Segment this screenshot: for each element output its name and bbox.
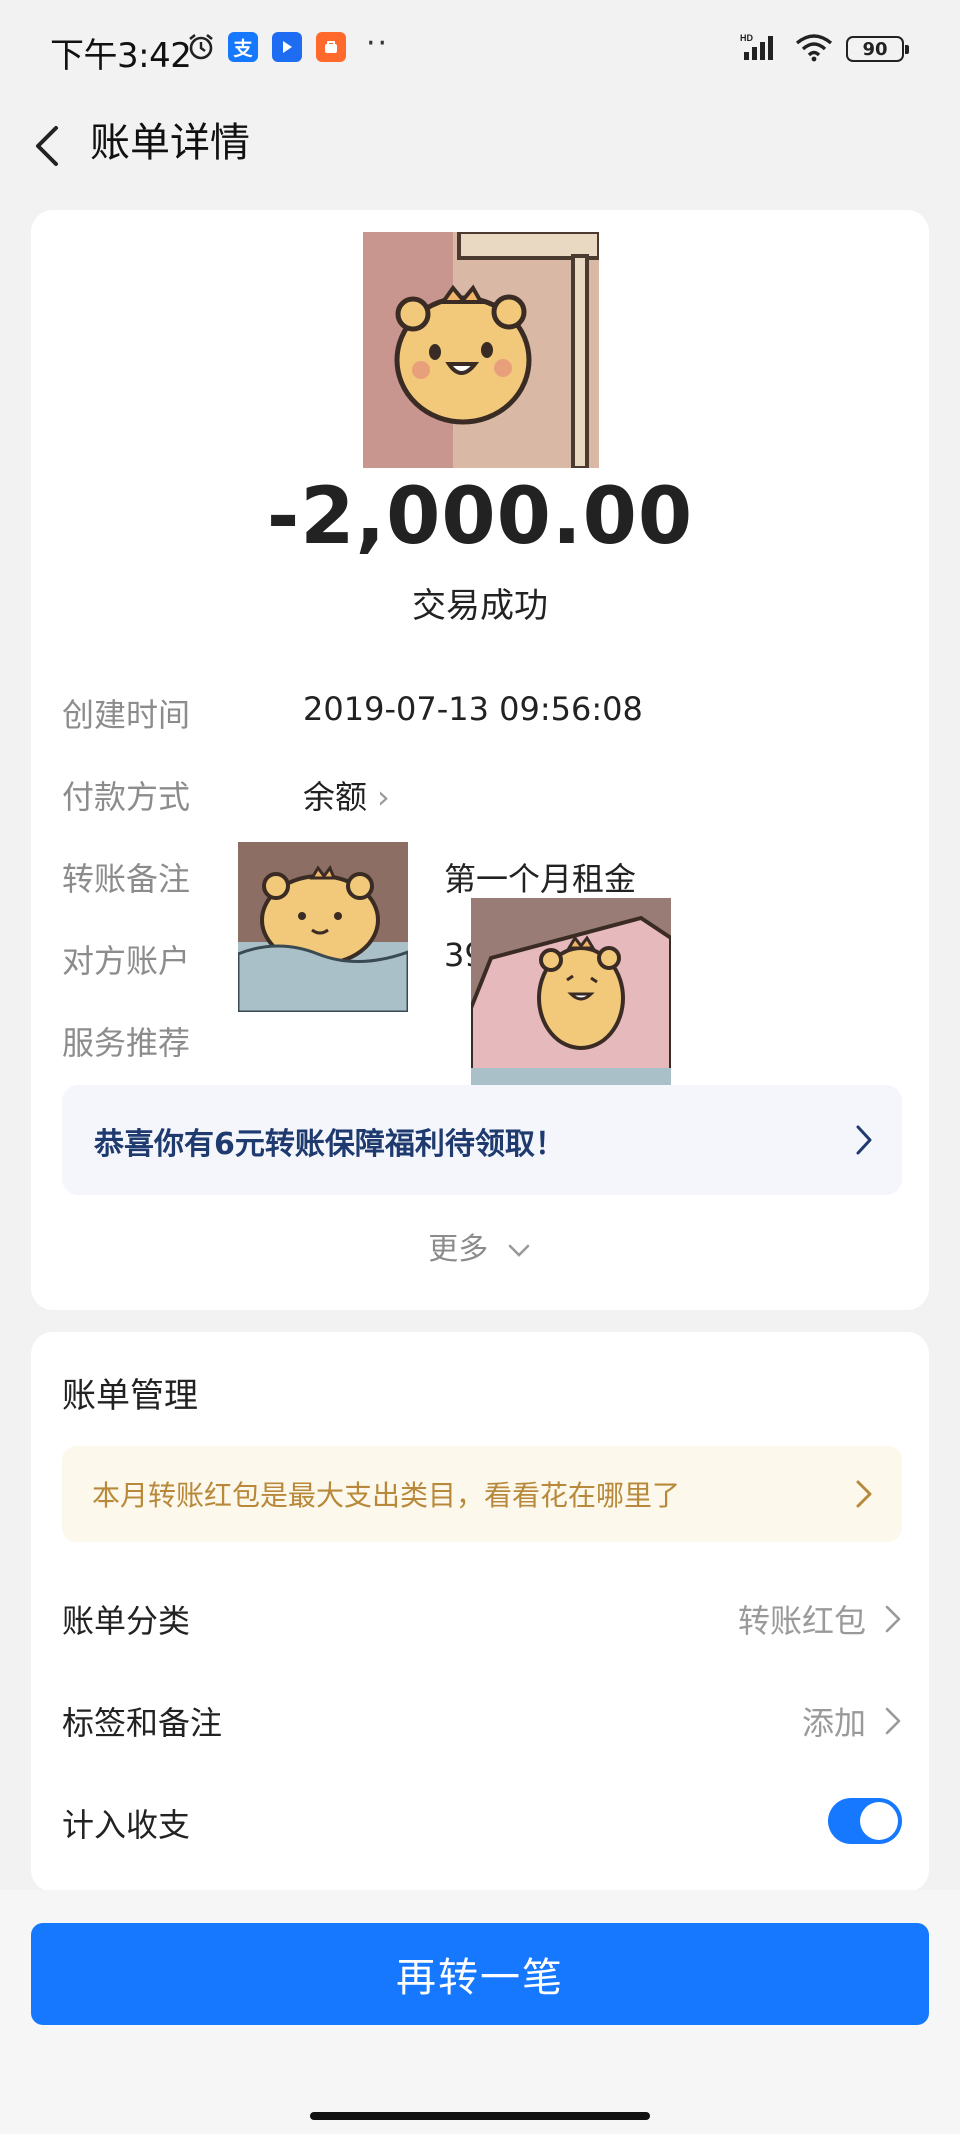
wifi-icon [795,34,833,62]
bear-sticker-icon [363,232,599,468]
detail-row-created-time: 创建时间 2019-07-13 09:56:08 [62,682,902,742]
chevron-right-icon [885,1707,901,1735]
nav-bar: 账单详情 [0,100,960,210]
back-arrow-icon[interactable] [28,116,68,176]
status-time: 下午3:42 [50,36,192,76]
bear-sticker-overlay [238,842,408,1012]
detail-label: 创建时间 [62,696,191,734]
signal-icon: HD [740,33,773,60]
bill-management-card: 账单管理 本月转账红包是最大支出类目，看看花在哪里了 账单分类 转账红包 标签和… [31,1332,929,1892]
chevron-right-icon [856,1125,872,1155]
tags-notes-row[interactable]: 标签和备注 添加 [62,1686,902,1756]
bear-sticker-overlay [471,898,671,1098]
chevron-right-icon: › [377,778,390,816]
detail-label: 转账备注 [62,860,191,898]
transfer-again-button[interactable]: 再转一笔 [31,1923,929,2025]
section-title: 账单管理 [62,1376,198,1416]
payment-method-value[interactable]: 余额 › [303,772,390,818]
status-bar: 下午3:42 支 ·· HD 90 [0,0,960,100]
detail-row-transfer-note: 转账备注 第一个月租金 [62,846,902,906]
detail-label: 服务推荐 [62,1024,191,1062]
chevron-right-icon [885,1605,901,1633]
promo-text: 恭喜你有6元转账保障福利待领取！ [94,1127,565,1162]
detail-row-payment-method[interactable]: 付款方式 余额 › [62,764,902,824]
bear-sticker-icon [238,842,408,1012]
detail-label: 对方账户 [62,942,191,980]
chevron-down-icon [508,1244,530,1257]
spending-insight-tip[interactable]: 本月转账红包是最大支出类目，看看花在哪里了 [62,1446,902,1542]
page-title: 账单详情 [90,120,250,166]
detail-value: 2019-07-13 09:56:08 [303,690,643,728]
more-notifications-icon: ·· [366,26,390,61]
include-in-budget-row: 计入收支 [62,1788,902,1858]
detail-value: 余额 [303,778,368,816]
alipay-app-icon: 支 [228,32,258,62]
bill-category-row[interactable]: 账单分类 转账红包 [62,1584,902,1654]
transaction-amount: -2,000.00 [266,472,694,562]
detail-label: 付款方式 [62,778,191,816]
row-value: 转账红包 [737,1602,866,1640]
tip-text: 本月转账红包是最大支出类目，看看花在哪里了 [92,1479,681,1512]
recipient-avatar[interactable] [363,232,599,468]
row-label: 计入收支 [62,1806,191,1844]
svg-text:HD: HD [740,33,753,43]
transaction-status: 交易成功 [412,586,548,626]
alarm-icon [189,33,213,60]
row-label: 账单分类 [62,1602,191,1640]
include-in-budget-toggle[interactable] [828,1798,902,1844]
more-button[interactable]: 更多 [31,1224,929,1268]
home-indicator[interactable] [310,2112,650,2120]
bill-detail-page: 下午3:42 支 ·· HD 90 账单详情 -2,000.00 交易成功 创建… [0,0,960,2134]
bill-summary-card: -2,000.00 交易成功 创建时间 2019-07-13 09:56:08 … [31,210,929,1310]
transfer-protection-promo[interactable]: 恭喜你有6元转账保障福利待领取！ [62,1085,902,1195]
more-label: 更多 [428,1232,489,1267]
toggle-knob [860,1802,898,1840]
row-label: 标签和备注 [62,1704,223,1742]
detail-value: 第一个月租金 [444,860,637,898]
orange-app-icon [316,32,346,62]
chevron-right-icon [856,1480,872,1508]
row-value: 添加 [801,1704,866,1742]
blue-app-icon [272,32,302,62]
bottom-action-bar: 再转一笔 [0,1890,960,2134]
battery-icon: 90 [846,36,909,62]
bear-sticker-icon [471,898,671,1098]
